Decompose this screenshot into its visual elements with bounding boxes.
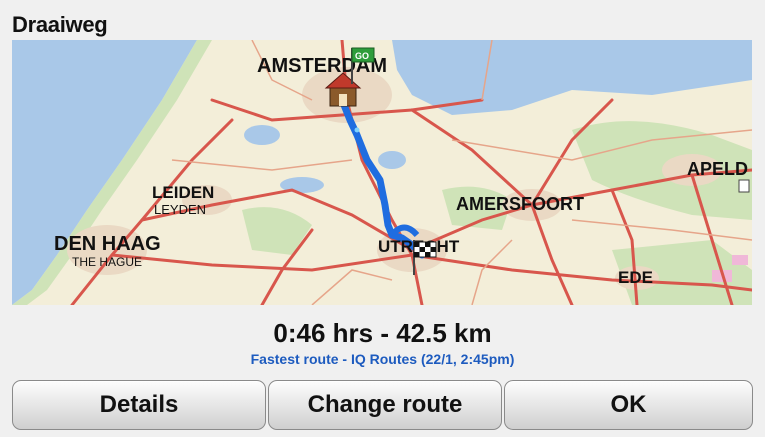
details-button[interactable]: Details	[12, 380, 266, 430]
map-canvas: AMSTERDAM LEIDEN LEYDEN DEN HAAG THE HAG…	[12, 40, 752, 305]
map-label-amersfoort: AMERSFOORT	[456, 194, 584, 214]
route-map[interactable]: AMSTERDAM LEIDEN LEYDEN DEN HAAG THE HAG…	[12, 40, 752, 305]
go-flag-label: GO	[355, 51, 369, 61]
map-label-ede: EDE	[618, 268, 653, 287]
map-edge-handle[interactable]	[738, 179, 750, 193]
change-route-button[interactable]: Change route	[268, 380, 502, 430]
route-summary-screen: Draaiweg AMSTERDAM LEIDEN LEYDEN DEN HAA…	[0, 0, 765, 437]
ok-button[interactable]: OK	[504, 380, 753, 430]
map-label-leiden: LEIDEN	[152, 183, 214, 202]
map-label-leyden: LEYDEN	[154, 202, 206, 217]
page-title: Draaiweg	[12, 12, 108, 37]
route-detail: Fastest route - IQ Routes (22/1, 2:45pm)	[250, 351, 515, 367]
route-summary: 0:46 hrs - 42.5 km	[273, 318, 492, 348]
map-label-den-haag: DEN HAAG	[54, 233, 161, 255]
map-label-apeld: APELD	[687, 159, 748, 179]
map-label-the-hague: THE HAGUE	[72, 255, 142, 269]
